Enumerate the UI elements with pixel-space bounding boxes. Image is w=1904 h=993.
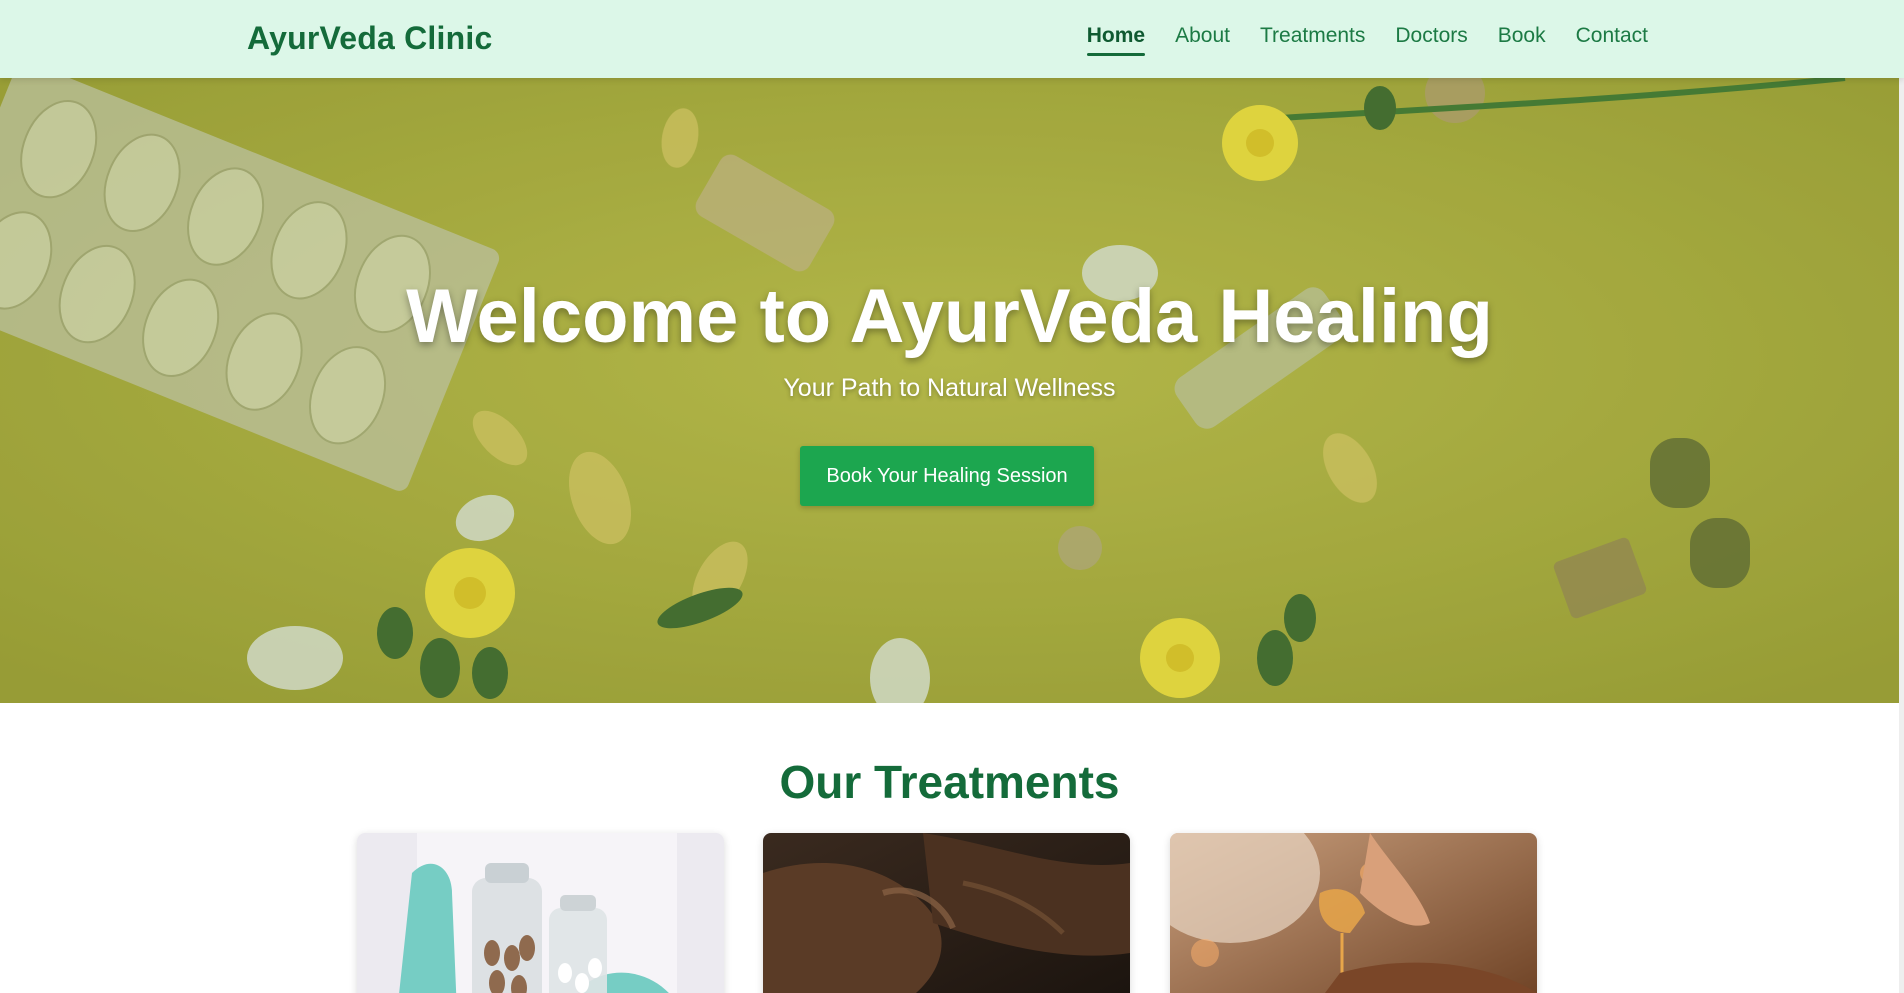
- page-scrollbar[interactable]: [1899, 0, 1904, 993]
- treatment-card[interactable]: [357, 833, 724, 993]
- hero-section: Welcome to AyurVeda Healing Your Path to…: [0, 78, 1899, 703]
- oil-pouring-massage-image: [1170, 833, 1537, 993]
- site-logo[interactable]: AyurVeda Clinic: [247, 20, 492, 57]
- nav-contact[interactable]: Contact: [1576, 24, 1648, 54]
- book-session-button[interactable]: Book Your Healing Session: [800, 446, 1094, 506]
- hero-subtitle: Your Path to Natural Wellness: [783, 374, 1116, 402]
- main-nav: Home About Treatments Doctors Book Conta…: [1086, 24, 1648, 56]
- nav-doctors[interactable]: Doctors: [1395, 24, 1467, 54]
- treatment-card[interactable]: [1170, 833, 1537, 993]
- nav-about[interactable]: About: [1175, 24, 1230, 54]
- oil-massage-hands-image: [763, 833, 1130, 993]
- treatment-card[interactable]: [763, 833, 1130, 993]
- nav-home[interactable]: Home: [1086, 24, 1146, 56]
- site-header: AyurVeda Clinic Home About Treatments Do…: [0, 0, 1904, 78]
- nav-book[interactable]: Book: [1498, 24, 1546, 54]
- nav-treatments[interactable]: Treatments: [1260, 24, 1365, 54]
- herbal-capsules-jars-image: [357, 833, 724, 993]
- treatments-title: Our Treatments: [779, 756, 1120, 808]
- hero-title: Welcome to AyurVeda Healing: [406, 274, 1493, 359]
- page: AyurVeda Clinic Home About Treatments Do…: [0, 0, 1904, 993]
